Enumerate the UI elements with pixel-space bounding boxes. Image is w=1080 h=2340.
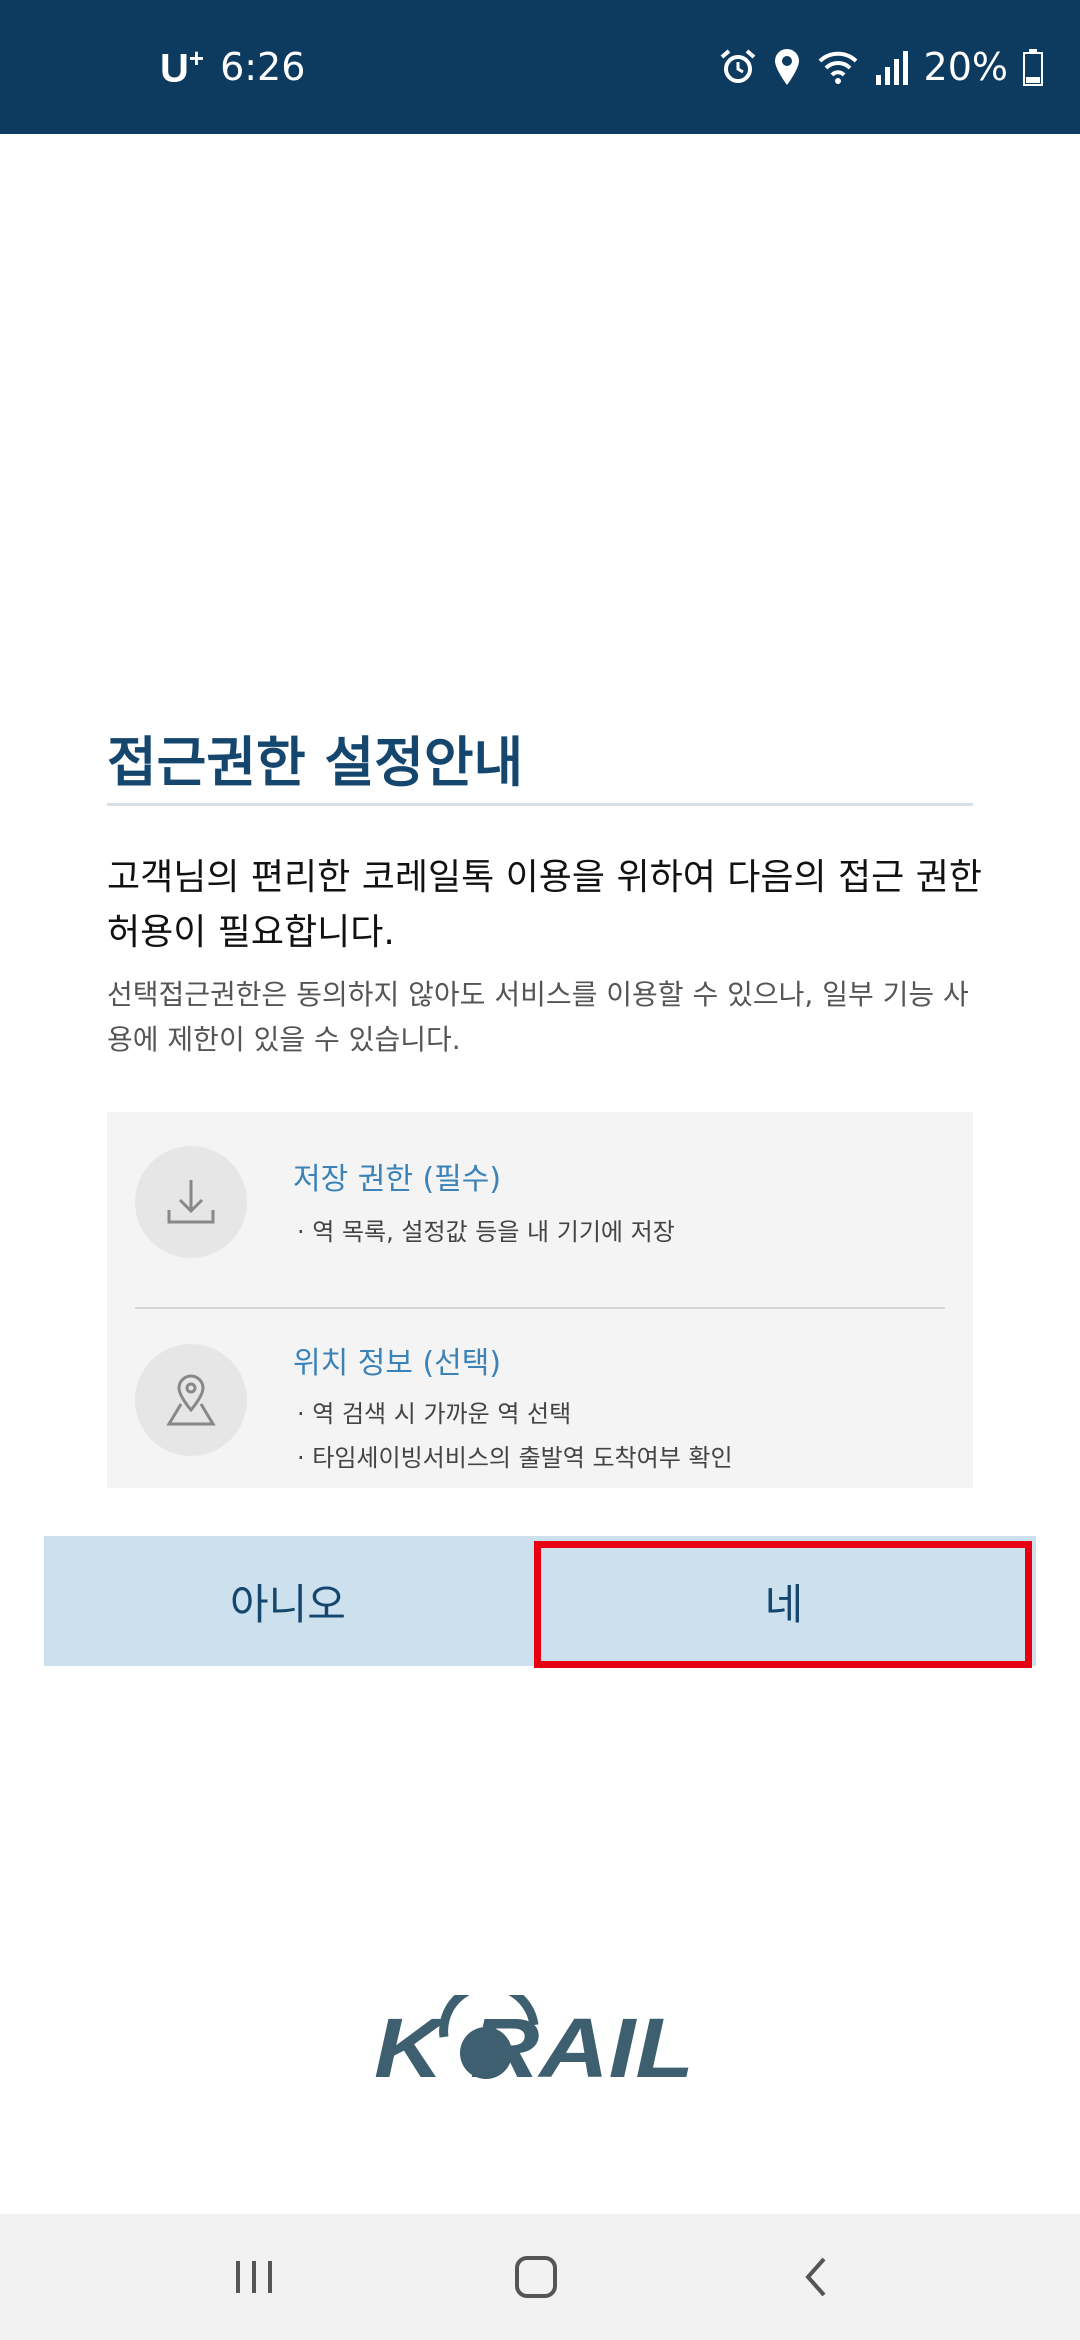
dialog-sub-description: 선택접근권한은 동의하지 않아도 서비스를 이용할 수 있으나, 일부 기능 사…: [107, 978, 969, 1056]
home-icon[interactable]: [466, 2214, 606, 2340]
status-bar-left: U+ 6:26: [160, 0, 305, 134]
permission-detail-list: · 역 검색 시 가까운 역 선택 · 타임세이빙서비스의 출발역 도착여부 확…: [297, 1392, 733, 1480]
permission-title: 위치 정보 (선택): [293, 1346, 502, 1381]
location-icon: [772, 47, 802, 87]
status-bar: U+ 6:26 20%: [0, 0, 1080, 134]
dialog-description: 고객님의 편리한 코레일톡 이용을 위하여 다음의 접근 권한 허용이 필요합니…: [107, 857, 982, 953]
download-icon: [135, 1146, 247, 1258]
status-bar-right: 20%: [718, 0, 1044, 134]
map-pin-icon: [135, 1344, 247, 1456]
title-divider: [107, 803, 973, 806]
clock: 6:26: [220, 45, 306, 89]
permission-detail: · 타임세이빙서비스의 출발역 도착여부 확인: [297, 1444, 733, 1472]
korail-logo: K RAIL: [374, 1981, 704, 2095]
battery-icon: [1022, 47, 1044, 87]
recent-apps-icon[interactable]: [184, 2214, 324, 2340]
permission-item-location: 위치 정보 (선택) · 역 검색 시 가까운 역 선택 · 타임세이빙서비스의…: [107, 1308, 973, 1488]
permission-detail: · 역 목록, 설정값 등을 내 기기에 저장: [297, 1218, 675, 1246]
alarm-icon: [718, 47, 758, 87]
wifi-icon: [816, 47, 860, 87]
navigation-bar: [0, 2214, 1080, 2340]
permission-item-storage: 저장 권한 (필수) · 역 목록, 설정값 등을 내 기기에 저장: [107, 1112, 973, 1308]
battery-percent: 20%: [923, 45, 1008, 89]
permission-detail-list: · 역 목록, 설정값 등을 내 기기에 저장: [297, 1210, 675, 1254]
permission-list: 저장 권한 (필수) · 역 목록, 설정값 등을 내 기기에 저장 위치 정보…: [107, 1112, 973, 1488]
back-icon[interactable]: [746, 2214, 886, 2340]
yes-button[interactable]: 네: [532, 1536, 1036, 1666]
dialog-title: 접근권한 설정안내: [107, 731, 524, 794]
permission-detail: · 역 검색 시 가까운 역 선택: [297, 1400, 572, 1428]
signal-icon: [874, 47, 910, 87]
permission-title: 저장 권한 (필수): [293, 1162, 502, 1197]
carrier-label: U+: [160, 42, 205, 91]
no-button[interactable]: 아니오: [44, 1536, 532, 1666]
